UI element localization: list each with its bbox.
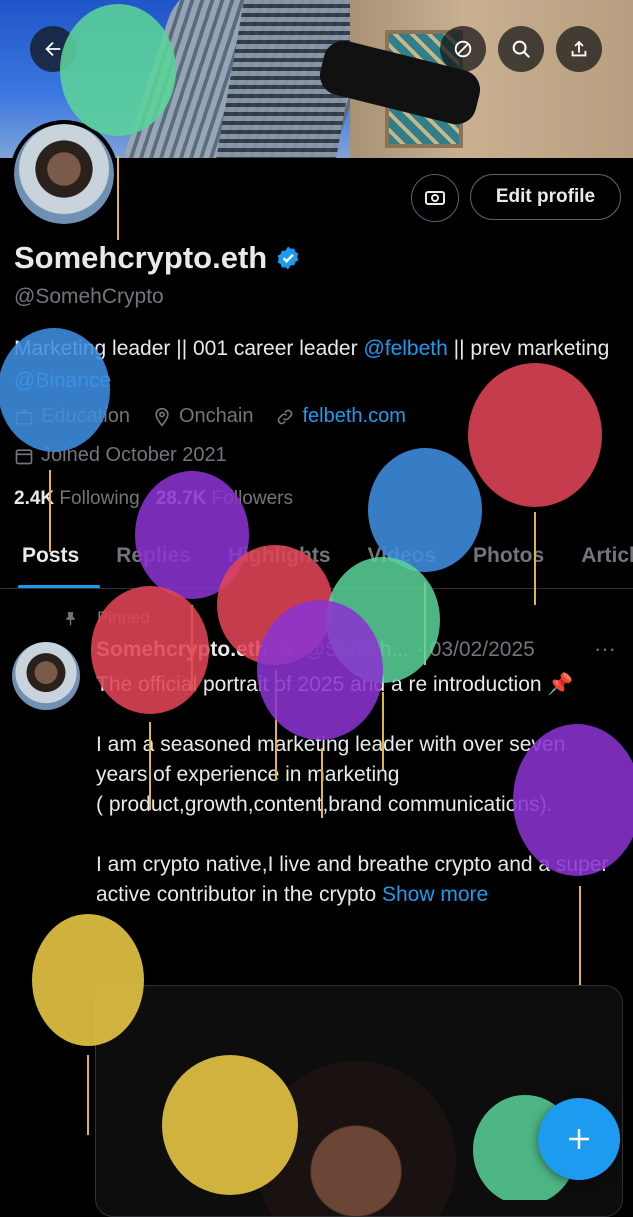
location-pin-icon xyxy=(155,407,169,427)
no-symbol-icon xyxy=(454,40,472,58)
joined-date: Joined October 2021 xyxy=(14,444,227,467)
tab-articles[interactable]: Articles xyxy=(559,530,633,588)
tab-highlights[interactable]: Highlights xyxy=(206,530,346,588)
briefcase-icon xyxy=(15,409,33,424)
post-author-handle[interactable]: @Someh... xyxy=(304,638,409,662)
profile-meta: Education Onchain felbeth.com xyxy=(14,405,406,428)
pinned-label: Pinned xyxy=(97,608,150,627)
monetization-button[interactable] xyxy=(411,174,459,222)
tab-photos[interactable]: Photos xyxy=(451,530,559,588)
edit-profile-button[interactable]: Edit profile xyxy=(470,174,621,220)
back-button[interactable] xyxy=(30,26,76,72)
following-link[interactable]: 2.4K Following xyxy=(14,488,140,510)
post-more-button[interactable]: ··· xyxy=(594,636,616,662)
followers-link[interactable]: 28.7K Followers xyxy=(156,488,293,510)
location-label: Onchain xyxy=(178,405,254,427)
pin-icon xyxy=(66,611,75,626)
share-button[interactable] xyxy=(556,26,602,72)
tab-replies[interactable]: Replies xyxy=(94,530,206,588)
bio-mention-binance[interactable]: @Binance xyxy=(14,369,111,392)
user-handle: @SomehCrypto xyxy=(14,285,164,308)
plus-icon xyxy=(569,1129,589,1149)
mute-button[interactable] xyxy=(440,26,486,72)
post-author-avatar[interactable] xyxy=(12,642,80,710)
followers-label: Followers xyxy=(211,488,293,509)
media-portrait xyxy=(256,1061,456,1216)
link-icon xyxy=(278,409,293,424)
category-label: Education xyxy=(41,405,130,427)
website-link[interactable]: felbeth.com xyxy=(302,405,405,428)
tab-posts[interactable]: Posts xyxy=(0,530,101,588)
post-header: Somehcrypto.eth @Someh... · 03/02/2025 xyxy=(96,638,535,662)
profile-avatar[interactable] xyxy=(10,120,118,228)
show-more-link[interactable]: Show more xyxy=(382,883,488,906)
verified-badge-icon[interactable] xyxy=(275,245,301,271)
verified-badge-icon xyxy=(277,641,294,659)
post-body: The official portrait of 2025 and a re i… xyxy=(96,673,609,906)
category-item: Education xyxy=(14,405,130,428)
display-name: Somehcrypto.eth xyxy=(14,240,301,276)
calendar-icon xyxy=(15,448,33,464)
following-count: 2.4K xyxy=(14,488,55,509)
follow-stats: 2.4K Following 28.7K Followers xyxy=(14,488,293,510)
pinned-indicator: Pinned xyxy=(62,608,150,628)
profile-bio: Marketing leader || 001 career leader @f… xyxy=(14,333,614,397)
tab-videos[interactable]: Videos xyxy=(346,530,451,588)
bio-mention-felbeth[interactable]: @felbeth xyxy=(363,337,447,360)
avatar-image xyxy=(14,124,114,224)
following-label: Following xyxy=(59,488,140,509)
post-media[interactable] xyxy=(95,985,623,1217)
display-name-text: Somehcrypto.eth xyxy=(14,240,268,275)
location-item: Onchain xyxy=(152,405,254,428)
share-icon xyxy=(571,40,587,57)
website-item[interactable]: felbeth.com xyxy=(275,405,406,428)
post-text[interactable]: The official portrait of 2025 and a re i… xyxy=(96,670,621,910)
bio-text: Marketing leader || 001 career leader xyxy=(14,337,364,360)
search-button[interactable] xyxy=(498,26,544,72)
money-icon xyxy=(425,191,445,205)
post-author-name[interactable]: Somehcrypto.eth xyxy=(96,638,268,662)
joined-label: Joined October 2021 xyxy=(41,444,227,466)
profile-tabs: Posts Replies Highlights Videos Photos A… xyxy=(0,530,633,589)
compose-button[interactable] xyxy=(538,1098,620,1180)
search-icon xyxy=(512,40,530,58)
bio-text: || prev marketing xyxy=(447,337,610,360)
followers-count: 28.7K xyxy=(155,488,207,509)
post-date[interactable]: · 03/02/2025 xyxy=(417,638,535,662)
back-arrow-icon xyxy=(45,41,61,57)
